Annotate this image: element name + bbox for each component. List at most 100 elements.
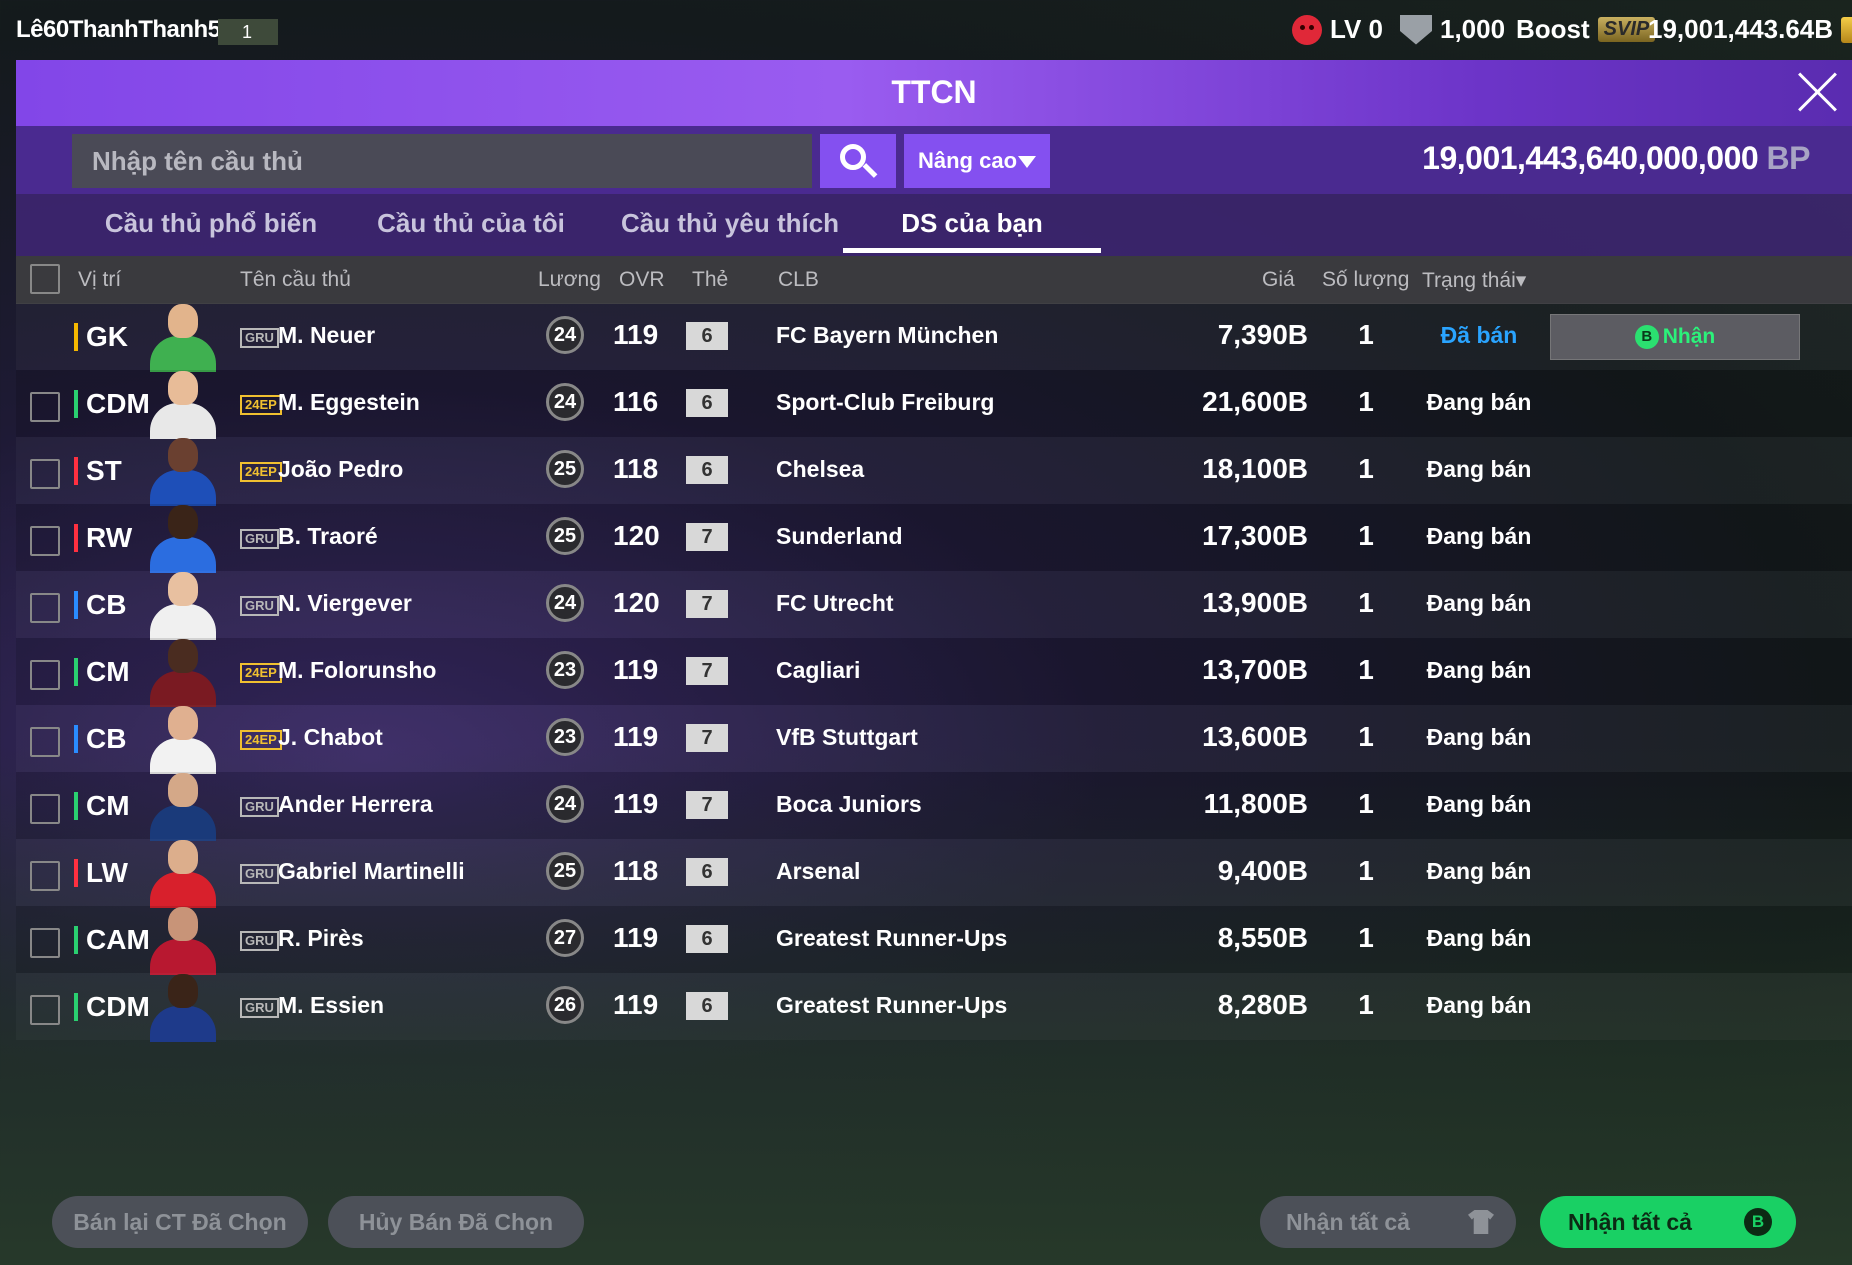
sale-status: Đang bán bbox=[1426, 590, 1532, 616]
b-coin-icon: B bbox=[1744, 1208, 1772, 1236]
row-checkbox[interactable] bbox=[30, 459, 60, 489]
bp-balance: 19,001,443,640,000,000 BP bbox=[1422, 140, 1810, 176]
upgrade-level-badge: 7 bbox=[686, 657, 728, 685]
tab-your-list[interactable]: DS của bạn bbox=[843, 208, 1101, 239]
player-avatar bbox=[146, 635, 220, 707]
player-position: CDM bbox=[74, 390, 150, 418]
upgrade-level-badge: 7 bbox=[686, 791, 728, 819]
upgrade-level-badge: 6 bbox=[686, 992, 728, 1020]
table-row[interactable]: LW GRU Gabriel Martinelli 25 118 6 Arsenal 9,40… bbox=[16, 839, 1852, 908]
svip-badge: SVIP bbox=[1597, 17, 1656, 42]
player-club: Arsenal bbox=[776, 858, 861, 884]
table-row[interactable]: RW GRU B. Traoré 25 120 7 Sunderland 17,300B 1 Đa… bbox=[16, 504, 1852, 573]
col-quantity[interactable]: Số lượng bbox=[1322, 268, 1409, 292]
row-checkbox[interactable] bbox=[30, 995, 60, 1025]
shield-icon bbox=[1400, 14, 1432, 45]
player-name[interactable]: M. Eggestein bbox=[278, 389, 420, 416]
row-checkbox[interactable] bbox=[30, 526, 60, 556]
sale-status: Đang bán bbox=[1426, 389, 1532, 415]
row-checkbox[interactable] bbox=[30, 660, 60, 690]
player-avatar bbox=[146, 367, 220, 439]
player-price: 13,900B bbox=[1202, 587, 1308, 618]
player-name[interactable]: M. Folorunsho bbox=[278, 657, 436, 684]
row-checkbox[interactable] bbox=[30, 392, 60, 422]
claim-all-players-label: Nhận tất cả bbox=[1286, 1209, 1410, 1235]
boost-indicator[interactable]: Boost SVIP bbox=[1516, 14, 1656, 45]
player-name[interactable]: M. Neuer bbox=[278, 322, 375, 349]
player-club: VfB Stuttgart bbox=[776, 724, 918, 750]
claim-all-players-button[interactable]: Nhận tất cả bbox=[1260, 1196, 1516, 1248]
player-avatar bbox=[146, 568, 220, 640]
search-button[interactable] bbox=[820, 134, 896, 188]
sale-status: Đang bán bbox=[1426, 992, 1532, 1018]
search-input[interactable] bbox=[72, 134, 812, 188]
table-row[interactable]: CM GRU Ander Herrera 24 119 7 Boca Juniors 11,8… bbox=[16, 772, 1852, 841]
select-all-checkbox[interactable] bbox=[30, 264, 60, 294]
claim-button[interactable]: B Nhận bbox=[1550, 314, 1800, 360]
table-row[interactable]: CB 24EP J. Chabot 23 119 7 VfB Stuttgart 13,600… bbox=[16, 705, 1852, 774]
player-name[interactable]: B. Traoré bbox=[278, 523, 378, 550]
table-row[interactable]: GK GRU M. Neuer 24 119 6 FC Bayern München 7,39… bbox=[16, 300, 1852, 372]
coin-amount: 1,000 bbox=[1440, 14, 1506, 44]
table-row[interactable]: CDM GRU M. Essien 26 119 6 Greatest Runner-Ups… bbox=[16, 973, 1852, 1042]
player-quantity: 1 bbox=[1358, 989, 1374, 1020]
upgrade-level-badge: 7 bbox=[686, 590, 728, 618]
player-ovr: 119 bbox=[613, 922, 659, 953]
card-season-badge: GRU bbox=[240, 998, 279, 1018]
row-checkbox[interactable] bbox=[30, 727, 60, 757]
col-club: CLB bbox=[778, 268, 819, 291]
coin-indicator[interactable]: 1,000 bbox=[1400, 14, 1505, 45]
player-name[interactable]: J. Chabot bbox=[278, 724, 383, 751]
col-ovr: OVR bbox=[619, 268, 665, 291]
player-quantity: 1 bbox=[1358, 453, 1374, 484]
col-status[interactable]: Trạng thái▾ bbox=[1422, 268, 1526, 293]
claim-all-bp-label: Nhận tất cả bbox=[1568, 1209, 1692, 1235]
active-tab-underline bbox=[843, 248, 1101, 253]
close-icon[interactable] bbox=[1796, 70, 1840, 114]
row-checkbox[interactable] bbox=[30, 861, 60, 891]
player-quantity: 1 bbox=[1358, 721, 1374, 752]
player-ovr: 119 bbox=[613, 788, 659, 819]
player-position: GK bbox=[74, 323, 128, 351]
player-name[interactable]: João Pedro bbox=[278, 456, 403, 483]
card-season-badge: 24EP bbox=[240, 663, 282, 683]
player-quantity: 1 bbox=[1358, 855, 1374, 886]
player-name[interactable]: Gabriel Martinelli bbox=[278, 858, 465, 885]
player-club: Boca Juniors bbox=[776, 791, 922, 817]
user-level-badge: 1 bbox=[218, 19, 278, 45]
sale-status: Đang bán bbox=[1426, 858, 1532, 884]
table-row[interactable]: CAM GRU R. Pirès 27 119 6 Greatest Runner-Ups 8… bbox=[16, 906, 1852, 975]
advanced-filter-button[interactable]: Nâng cao bbox=[904, 134, 1050, 188]
claim-all-bp-button[interactable]: Nhận tất cả B bbox=[1540, 1196, 1796, 1248]
col-wage: Lương bbox=[538, 268, 601, 291]
tab-favorite-players[interactable]: Cầu thủ yêu thích bbox=[610, 208, 850, 239]
player-quantity: 1 bbox=[1358, 788, 1374, 819]
player-avatar bbox=[146, 300, 220, 372]
tab-my-players[interactable]: Cầu thủ của tôi bbox=[356, 208, 586, 239]
tab-popular-players[interactable]: Cầu thủ phổ biến bbox=[96, 208, 326, 239]
row-checkbox[interactable] bbox=[30, 794, 60, 824]
cancel-selected-button[interactable]: Hủy Bán Đã Chọn bbox=[328, 1196, 584, 1248]
player-name[interactable]: M. Essien bbox=[278, 992, 384, 1019]
player-name[interactable]: R. Pirès bbox=[278, 925, 364, 952]
table-row[interactable]: ST 24EP João Pedro 25 118 6 Chelsea 18,100B 1 Đan… bbox=[16, 437, 1852, 506]
player-name[interactable]: Ander Herrera bbox=[278, 791, 433, 818]
table-row[interactable]: CDM 24EP M. Eggestein 24 116 6 Sport-Club Frei… bbox=[16, 367, 1852, 439]
resell-selected-button[interactable]: Bán lại CT Đã Chọn bbox=[52, 1196, 308, 1248]
player-name[interactable]: N. Viergever bbox=[278, 590, 412, 617]
money-indicator[interactable]: 19,001,443.64B bbox=[1648, 14, 1852, 45]
sale-status: Đang bán bbox=[1426, 791, 1532, 817]
player-position: CB bbox=[74, 725, 126, 753]
player-club: Cagliari bbox=[776, 657, 861, 683]
player-quantity: 1 bbox=[1358, 922, 1374, 953]
lv-indicator[interactable]: LV 0 bbox=[1292, 14, 1383, 45]
row-checkbox[interactable] bbox=[30, 593, 60, 623]
player-position: CM bbox=[74, 658, 130, 686]
player-price: 8,550B bbox=[1217, 922, 1308, 953]
username: Lê60ThanhThanh50 bbox=[16, 16, 234, 43]
table-row[interactable]: CM 24EP M. Folorunsho 23 119 7 Cagliari 13,700B… bbox=[16, 635, 1852, 707]
player-position: CAM bbox=[74, 926, 150, 954]
top-status-bar: Lê60ThanhThanh50 1 LV 0 1,000 Boost SVIP… bbox=[0, 0, 1852, 60]
row-checkbox[interactable] bbox=[30, 928, 60, 958]
table-row[interactable]: CB GRU N. Viergever 24 120 7 FC Utrecht 13,900B… bbox=[16, 568, 1852, 640]
